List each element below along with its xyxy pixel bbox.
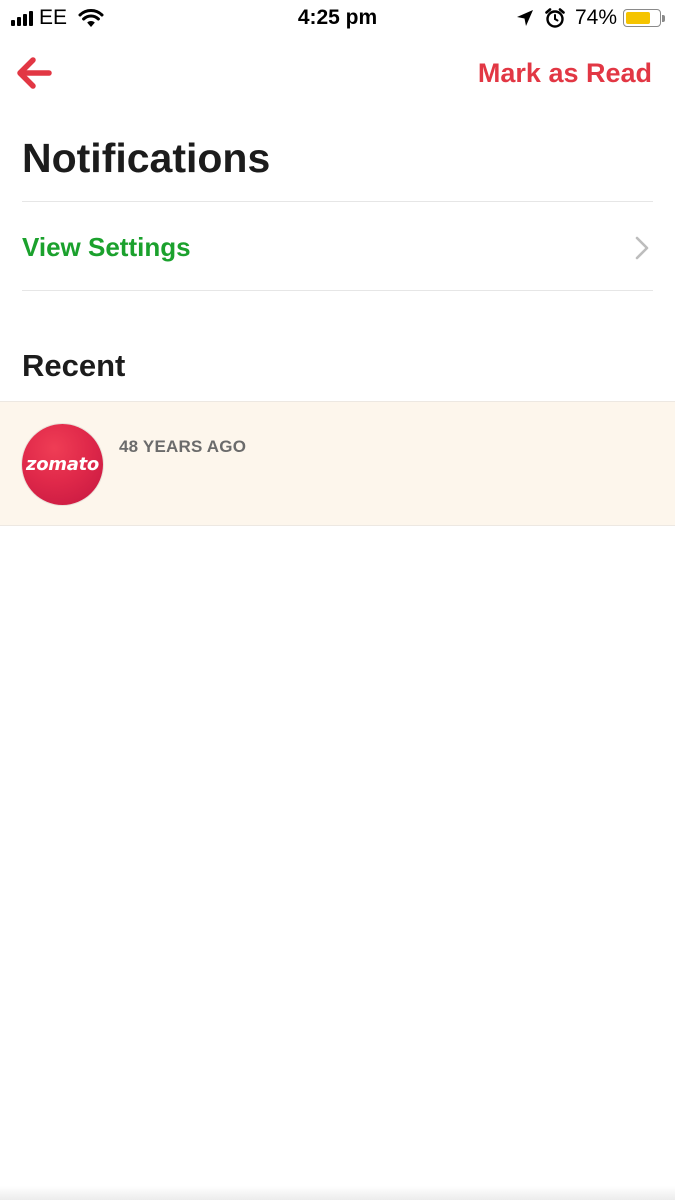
mark-as-read-button[interactable]: Mark as Read bbox=[478, 56, 652, 90]
status-bar: EE 4:25 pm 74% bbox=[0, 0, 675, 38]
recent-heading: Recent bbox=[22, 348, 126, 383]
zomato-logo-avatar: zomato bbox=[22, 424, 103, 505]
bottom-edge-shadow bbox=[0, 1186, 675, 1200]
view-settings-label: View Settings bbox=[22, 232, 191, 262]
chevron-right-icon bbox=[635, 236, 649, 260]
battery-fill bbox=[626, 12, 650, 24]
avatar-logo-text: zomato bbox=[26, 454, 99, 475]
divider bbox=[22, 290, 653, 291]
status-right: 74% bbox=[516, 6, 665, 30]
back-button[interactable] bbox=[16, 56, 56, 90]
view-settings-row[interactable]: View Settings bbox=[22, 202, 653, 290]
arrow-left-icon bbox=[17, 57, 52, 89]
alarm-clock-icon bbox=[545, 8, 565, 28]
notification-timestamp: 48 YEARS AGO bbox=[119, 437, 247, 456]
battery-icon bbox=[623, 9, 665, 27]
notification-item[interactable]: zomato 48 YEARS AGO bbox=[0, 401, 675, 526]
location-arrow-icon bbox=[516, 10, 533, 26]
battery-percentage: 74% bbox=[574, 6, 617, 29]
page-title: Notifications bbox=[22, 135, 271, 181]
